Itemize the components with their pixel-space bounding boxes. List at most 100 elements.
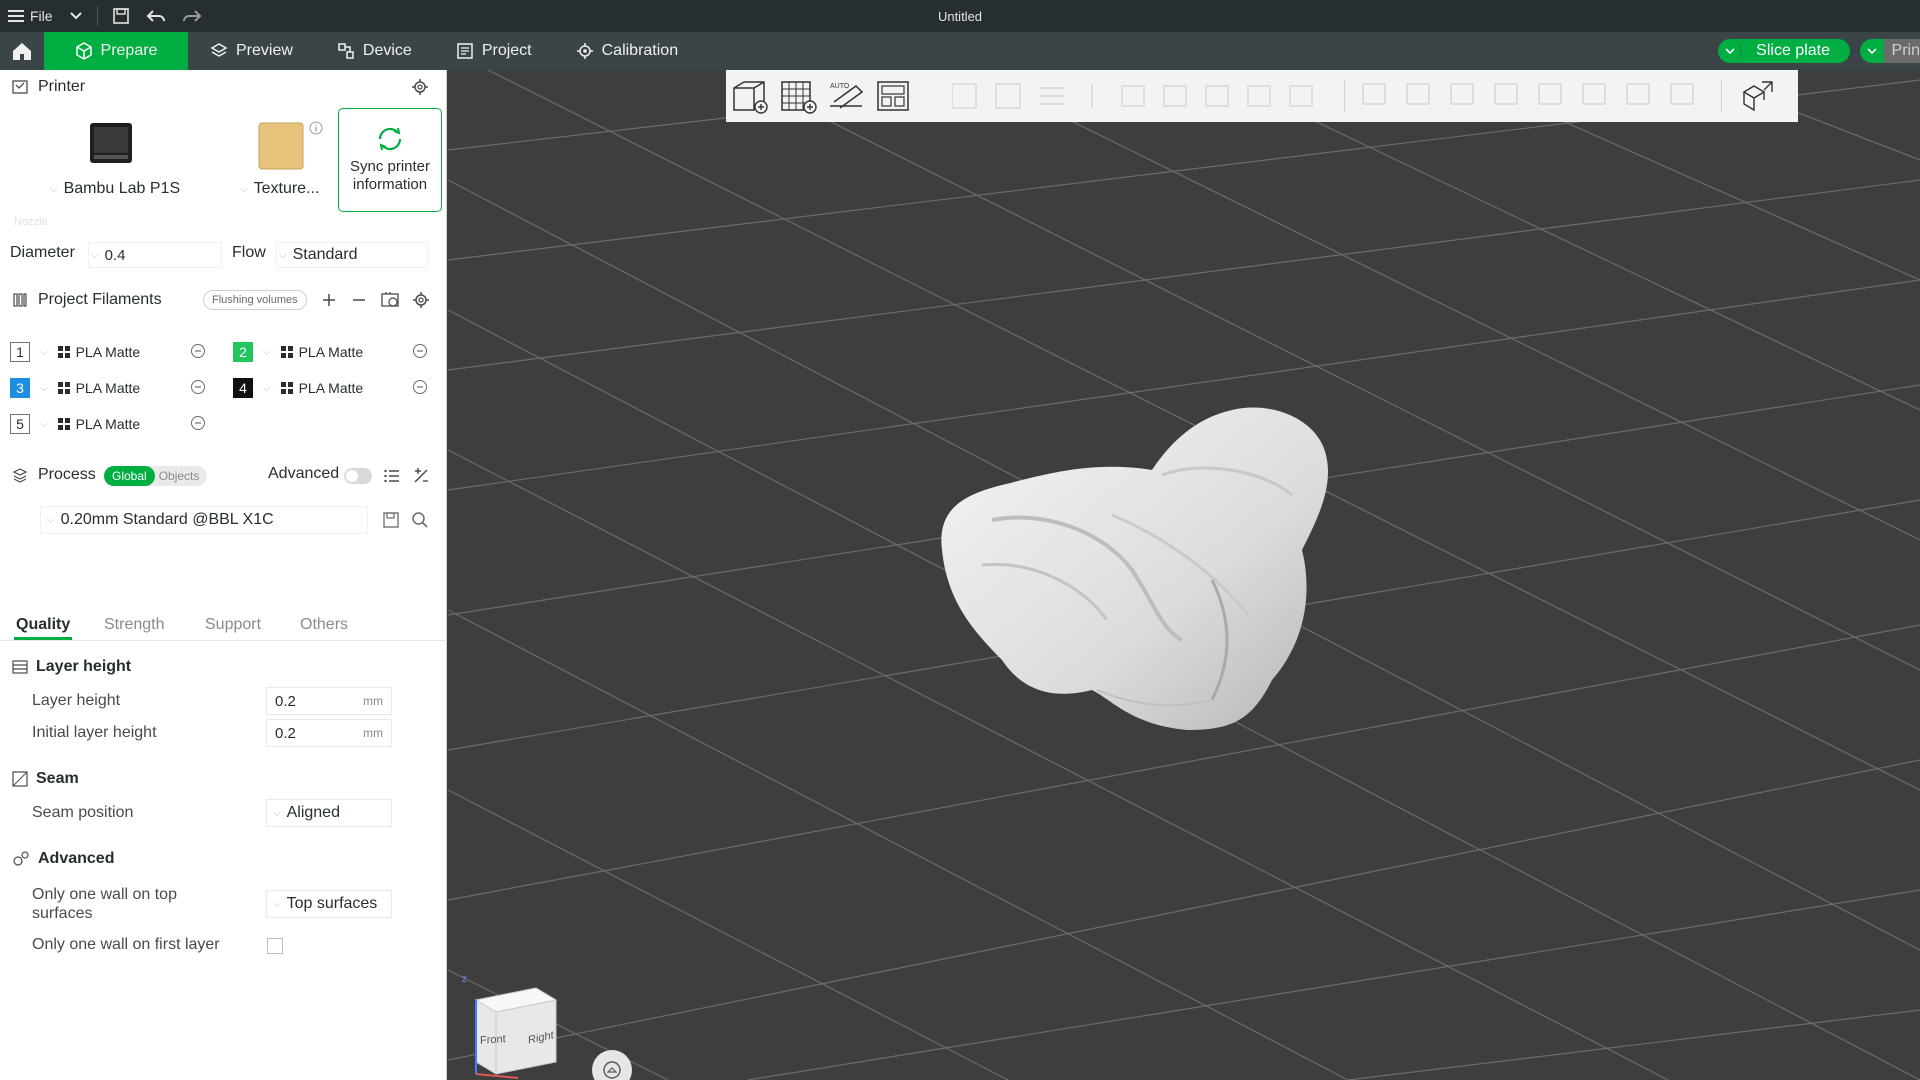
flow-select[interactable]: ⌵ Standard (276, 242, 428, 268)
flushing-volumes-button[interactable]: Flushing volumes (203, 290, 307, 310)
filament-1-edit-button[interactable] (190, 343, 206, 364)
slice-plate-button[interactable]: Slice plate (1718, 39, 1850, 63)
process-list-button[interactable] (383, 467, 401, 490)
one-wall-top-select[interactable]: ⌵ Top surfaces (266, 890, 392, 918)
filament-name: PLA Matte (298, 344, 364, 360)
print-plate-button[interactable]: Prin (1860, 39, 1920, 63)
tab-device[interactable]: Device (315, 32, 434, 70)
tab-device-label: Device (362, 42, 412, 59)
layer-height-input[interactable]: 0.2 mm (266, 687, 392, 715)
settings-sidebar: Printer ⌵ Bambu Lab P1S ⌵ Texture... Syn… (0, 70, 447, 1080)
tab-quality[interactable]: Quality (16, 616, 70, 634)
disabled-tool-icons (952, 83, 1313, 109)
tab-calibration[interactable]: Calibration (554, 32, 700, 70)
toolbar-divider (1344, 80, 1345, 112)
tab-others[interactable]: Others (300, 616, 348, 634)
add-filament-button[interactable] (320, 291, 338, 314)
filament-2-edit-button[interactable] (412, 343, 428, 364)
plate-selector[interactable]: ⌵ Texture... (240, 180, 319, 198)
process-compare-button[interactable] (412, 467, 430, 490)
3d-model[interactable] (932, 400, 1392, 800)
initial-layer-height-unit: mm (363, 726, 383, 740)
tab-preview[interactable]: Preview (188, 32, 315, 70)
home-button[interactable] (0, 32, 44, 70)
filament-4-edit-button[interactable] (412, 379, 428, 400)
device-icon (338, 43, 354, 59)
print-plate-label: Prin (1883, 39, 1920, 63)
one-wall-first-layer-checkbox[interactable] (267, 938, 283, 954)
tab-prepare[interactable]: Prepare (44, 32, 188, 70)
sync-ams-button[interactable] (380, 290, 400, 315)
advanced-toggle[interactable] (344, 468, 372, 484)
slice-plate-label: Slice plate (1756, 42, 1830, 59)
add-plate-button[interactable] (778, 76, 818, 116)
add-cube-icon (733, 81, 768, 114)
filament-5-edit-button[interactable] (190, 415, 206, 436)
printer-thumbnail[interactable] (88, 122, 134, 164)
file-dropdown-button[interactable] (61, 0, 91, 32)
textured-plate-icon (258, 122, 304, 170)
tab-strength[interactable]: Strength (104, 616, 164, 634)
tab-project[interactable]: Project (434, 32, 554, 70)
plate-thumbnail[interactable] (258, 122, 304, 170)
filament-name: PLA Matte (75, 380, 141, 396)
remove-filament-button[interactable] (350, 291, 368, 314)
3d-viewport[interactable]: z Front Right (448, 70, 1920, 1080)
auto-orient-button[interactable]: AUTO (826, 76, 866, 116)
one-wall-top-value: Top surfaces (286, 895, 378, 912)
objects-scope-button[interactable]: Objects (155, 466, 208, 486)
diameter-select[interactable]: ⌵ 0.4 (88, 242, 222, 268)
layer-height-value: 0.2 (275, 692, 296, 710)
tab-support[interactable]: Support (205, 616, 261, 634)
file-menu[interactable]: File (0, 0, 61, 32)
more-options-icon (191, 344, 205, 358)
sync-printer-button[interactable]: Sync printer information (338, 108, 442, 212)
explode-view-button[interactable] (1738, 76, 1778, 116)
undo-button[interactable] (138, 0, 174, 32)
disabled-tool-icons (1362, 82, 1694, 105)
tab-project-label: Project (481, 42, 532, 59)
filament-3-edit-button[interactable] (190, 379, 206, 400)
printer-image-icon (90, 123, 132, 163)
seam-group-title: Seam (12, 770, 79, 788)
filament-spool-icon (13, 293, 27, 307)
seam-position-select[interactable]: ⌵ Aligned (266, 799, 392, 827)
filament-slot-2[interactable]: 2 ⌵ PLA Matte (233, 342, 363, 362)
save-preset-button[interactable] (382, 511, 400, 534)
flow-value: Standard (292, 246, 358, 263)
initial-layer-height-input[interactable]: 0.2 mm (266, 719, 392, 747)
filament-slot-5[interactable]: 5 ⌵ PLA Matte (10, 414, 140, 434)
filament-type-icon (57, 418, 70, 430)
filaments-section-title: Project Filaments (38, 291, 162, 308)
slice-options-chevron[interactable] (1718, 39, 1743, 63)
view-orientation-cube[interactable] (458, 970, 568, 1080)
advanced-gears-icon (13, 851, 29, 866)
plate-info-button[interactable] (309, 121, 323, 140)
title-bar: File Untitled (0, 0, 1920, 32)
printer-settings-button[interactable] (411, 78, 429, 101)
chevron-down-icon (69, 12, 82, 20)
print-options-chevron[interactable] (1860, 39, 1884, 63)
save-icon (383, 512, 399, 528)
main-tab-bar: Prepare Preview Device Project Calibrati… (0, 32, 1920, 70)
chevron-down-icon: ⌵ (273, 898, 281, 910)
more-options-icon (413, 380, 427, 394)
save-button[interactable] (104, 0, 138, 32)
redo-button[interactable] (174, 0, 210, 32)
chevron-down-icon: ⌵ (263, 382, 271, 394)
more-options-icon (413, 344, 427, 358)
chevron-down-icon (1867, 47, 1877, 54)
arrange-button[interactable] (874, 76, 914, 116)
filament-slot-1[interactable]: 1 ⌵ PLA Matte (10, 342, 140, 362)
filament-slot-3[interactable]: 3 ⌵ PLA Matte (10, 378, 140, 398)
global-scope-button[interactable]: Global (104, 466, 155, 486)
process-preset-select[interactable]: ⌵ 0.20mm Standard @BBL X1C (40, 506, 368, 534)
search-settings-button[interactable] (411, 511, 429, 534)
gear-icon (413, 292, 429, 308)
filament-type-icon (57, 382, 70, 394)
filament-settings-button[interactable] (412, 291, 430, 314)
hamburger-icon (8, 10, 24, 22)
filament-slot-4[interactable]: 4 ⌵ PLA Matte (233, 378, 363, 398)
printer-selector[interactable]: ⌵ Bambu Lab P1S (50, 180, 180, 198)
add-object-button[interactable] (730, 76, 770, 116)
